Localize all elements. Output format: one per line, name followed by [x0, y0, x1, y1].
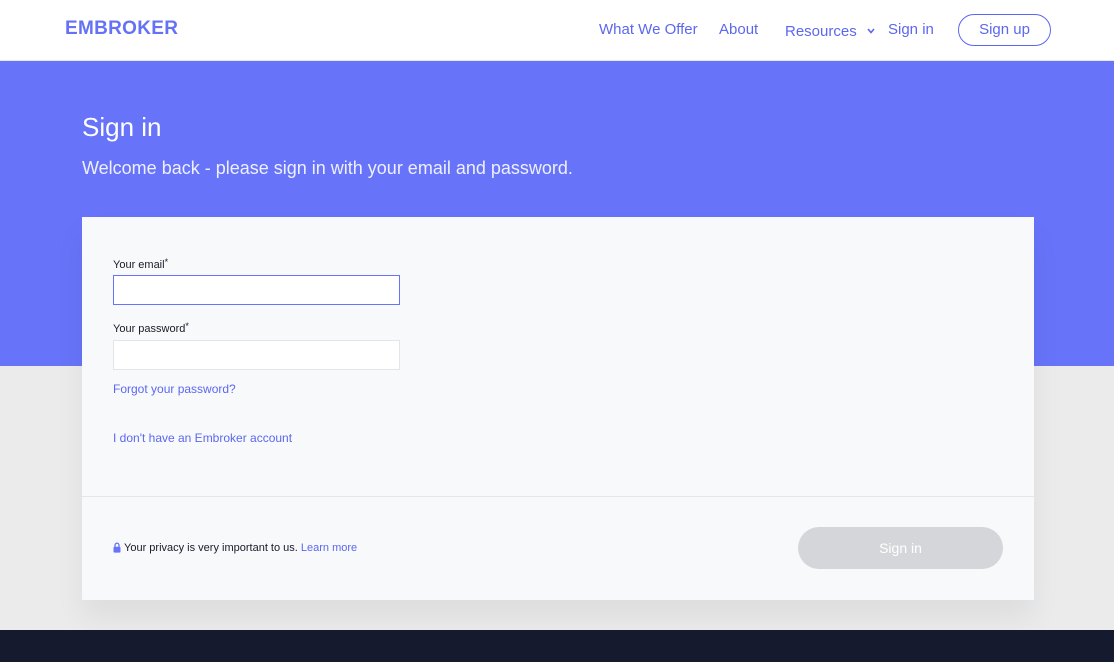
- form-divider: [82, 496, 1034, 497]
- privacy-notice: Your privacy is very important to us. Le…: [113, 542, 357, 556]
- nav-resources-label: Resources: [785, 23, 857, 40]
- nav-resources[interactable]: Resources: [785, 21, 875, 40]
- password-label: Your password*: [113, 321, 189, 335]
- nav-about[interactable]: About: [719, 21, 758, 38]
- nav-sign-in[interactable]: Sign in: [888, 21, 934, 38]
- learn-more-link[interactable]: Learn more: [301, 542, 357, 554]
- sign-up-button[interactable]: Sign up: [958, 14, 1051, 46]
- required-marker: *: [164, 257, 169, 267]
- chevron-down-icon: [867, 21, 875, 38]
- page-title: Sign in: [82, 112, 162, 142]
- privacy-text: Your privacy is very important to us.: [124, 542, 298, 554]
- forgot-password-link[interactable]: Forgot your password?: [113, 382, 236, 396]
- sign-in-submit-button[interactable]: Sign in: [798, 527, 1003, 569]
- email-label: Your email*: [113, 257, 168, 271]
- top-navigation-bar: EMBROKER What We Offer About Resources S…: [0, 0, 1114, 61]
- page-subtitle: Welcome back - please sign in with your …: [82, 158, 573, 178]
- lock-icon: [113, 542, 121, 556]
- password-field[interactable]: [113, 340, 400, 370]
- nav-what-we-offer[interactable]: What We Offer: [599, 21, 698, 38]
- embroker-logo[interactable]: EMBROKER: [65, 18, 178, 40]
- sign-in-form-card: Your email* Your password* Forgot your p…: [82, 217, 1034, 600]
- required-marker: *: [185, 321, 189, 331]
- email-label-text: Your email: [113, 259, 165, 271]
- email-field[interactable]: [113, 275, 400, 305]
- password-label-text: Your password: [113, 323, 186, 335]
- page-footer: [0, 630, 1114, 662]
- no-account-link[interactable]: I don't have an Embroker account: [113, 431, 292, 445]
